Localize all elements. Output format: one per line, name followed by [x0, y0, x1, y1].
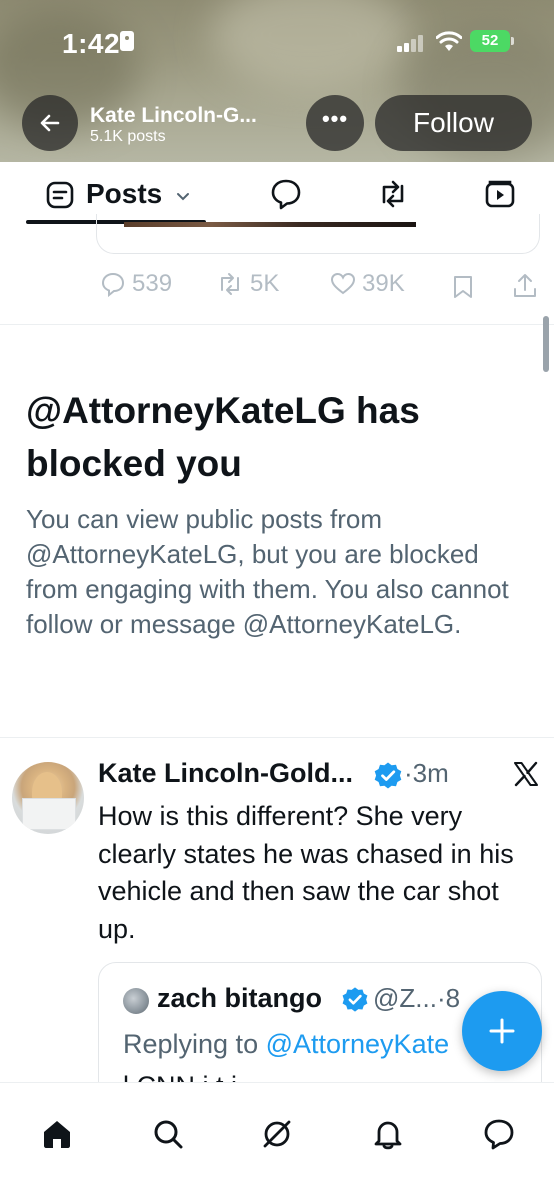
repost-count: 5K [250, 270, 280, 297]
reply-count: 539 [132, 270, 173, 297]
follow-button[interactable]: Follow [375, 95, 532, 151]
back-arrow-icon [40, 114, 60, 132]
back-button[interactable] [22, 95, 78, 151]
quoted-handle: @Z...·8 [373, 983, 461, 1013]
tab-posts-label: Posts [86, 178, 163, 209]
battery-indicator: 52 [470, 30, 514, 52]
notifications-bell-icon[interactable] [371, 1117, 405, 1151]
wifi-icon [436, 31, 462, 51]
more-options-button[interactable]: ••• [306, 95, 364, 151]
x-logo-icon[interactable] [512, 760, 540, 788]
blocked-description: You can view public posts from @Attorney… [26, 504, 509, 639]
focus-badge-icon [120, 31, 134, 51]
tweet-author-name[interactable]: Kate Lincoln-Gold... [98, 758, 353, 789]
bookmark-icon[interactable] [452, 274, 474, 300]
verified-badge-icon [374, 762, 402, 789]
divider [0, 737, 554, 738]
like-action[interactable]: 39K [330, 270, 405, 298]
replying-to: Replying to @AttorneyKate [123, 1029, 449, 1060]
tweet-text: How is this different? She very clearly … [98, 801, 514, 944]
like-count: 39K [362, 270, 405, 297]
tab-reposts[interactable] [375, 176, 411, 212]
tweet-timestamp: ·3m [404, 758, 449, 788]
replying-to-prefix: Replying to [123, 1029, 266, 1059]
scrollbar[interactable] [543, 316, 549, 372]
repost-action[interactable]: 5K [216, 270, 279, 298]
banner-blur [210, 0, 410, 90]
plus-icon [489, 1018, 515, 1044]
posts-icon [46, 181, 74, 209]
quoted-avatar [123, 988, 149, 1014]
compose-button[interactable] [462, 991, 542, 1071]
divider [0, 324, 554, 325]
status-time: 1:42 [62, 28, 121, 59]
reply-action[interactable]: 539 [100, 270, 172, 298]
post-count: 5.1K posts [90, 128, 166, 145]
heart-icon [330, 272, 356, 295]
avatar[interactable] [12, 762, 84, 834]
bottom-navigation [0, 1082, 554, 1200]
previous-post-actions: 539 5K 39K [0, 266, 554, 306]
blocked-title: @AttorneyKateLG has blocked you [26, 390, 420, 484]
profile-name: Kate Lincoln-G... [90, 104, 257, 127]
previous-post-media-card[interactable] [96, 214, 540, 254]
cellular-signal-icon [397, 34, 427, 52]
messages-icon[interactable] [482, 1117, 516, 1151]
repost-icon [221, 273, 239, 295]
previous-post-image [124, 222, 416, 227]
search-icon[interactable] [151, 1117, 185, 1151]
profile-header-banner: 1:42 52 Kate Lincoln-G... 5.1K posts •••… [0, 0, 554, 162]
grok-icon[interactable] [260, 1117, 294, 1151]
replying-to-mention[interactable]: @AttorneyKate [266, 1029, 450, 1059]
verified-badge-icon [342, 987, 368, 1012]
tab-media[interactable] [482, 176, 518, 212]
tab-replies[interactable] [268, 176, 304, 212]
chevron-down-icon [177, 193, 189, 201]
share-icon[interactable] [512, 272, 538, 300]
home-icon[interactable] [40, 1117, 74, 1151]
quoted-author-name: zach bitango [157, 983, 323, 1013]
reply-icon [101, 272, 125, 297]
